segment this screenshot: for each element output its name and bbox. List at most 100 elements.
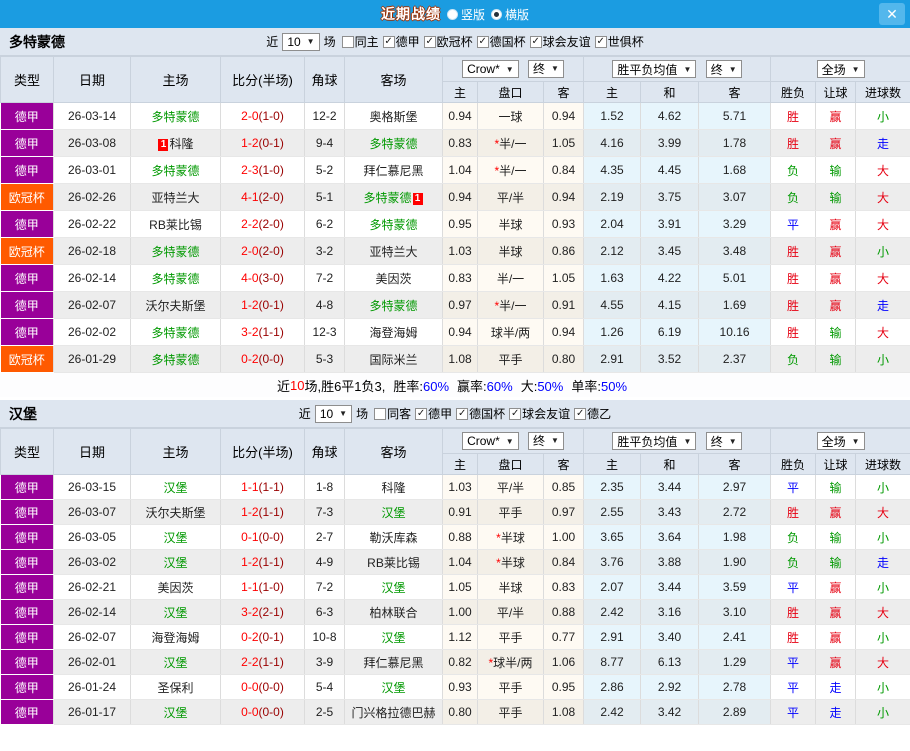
league-filter[interactable]: ✓球会友谊 (509, 405, 570, 422)
checkbox-checked-icon[interactable]: ✓ (456, 408, 468, 420)
bookmaker-select[interactable]: Crow* ▼ (462, 432, 519, 450)
table-row: 德甲 26-03-14 多特蒙德 2-0(1-0) 12-2 奥格斯堡 0.94… (1, 103, 910, 130)
away-team[interactable]: 拜仁慕尼黑 (363, 656, 423, 670)
checkbox-checked-icon[interactable]: ✓ (509, 408, 521, 420)
result-wdl-cell: 平 (771, 211, 816, 238)
odds-time-select[interactable]: 终 ▼ (528, 60, 564, 78)
away-team[interactable]: 科隆 (381, 481, 405, 495)
checkbox-unchecked-icon[interactable] (342, 36, 354, 48)
result-handicap-cell: 赢 (816, 625, 856, 650)
orientation-radio-horizontal[interactable]: 横版 (491, 6, 529, 23)
match-scope-select[interactable]: 全场 ▼ (817, 60, 865, 78)
home-team[interactable]: 汉堡 (163, 531, 187, 545)
away-team[interactable]: 汉堡 (381, 581, 405, 595)
away-team[interactable]: 拜仁慕尼黑 (363, 164, 423, 178)
away-team[interactable]: 多特蒙德 (369, 299, 417, 313)
league-filter[interactable]: ✓德国杯 (456, 405, 505, 422)
home-team[interactable]: 多特蒙德 (151, 245, 199, 259)
home-team[interactable]: 汉堡 (163, 481, 187, 495)
league-label: 欧冠杯 (437, 33, 473, 50)
away-team[interactable]: 国际米兰 (369, 353, 417, 367)
checkbox-unchecked-icon[interactable] (374, 408, 386, 420)
same-venue-filter[interactable]: 同主 (342, 33, 379, 50)
home-team[interactable]: 多特蒙德 (151, 326, 199, 340)
avg-odds-select[interactable]: 胜平负均值 ▼ (612, 432, 696, 450)
league-filter[interactable]: ✓德国杯 (477, 33, 526, 50)
home-team[interactable]: 海登海姆 (151, 631, 199, 645)
score-cell: 4-1(2-0) (221, 184, 305, 211)
home-team[interactable]: 美因茨 (157, 581, 193, 595)
home-team[interactable]: 多特蒙德 (151, 272, 199, 286)
away-team[interactable]: 门兴格拉德巴赫 (351, 706, 435, 720)
league-filter[interactable]: ✓德乙 (574, 405, 611, 422)
away-team[interactable]: 多特蒙德 (369, 137, 417, 151)
away-team[interactable]: 汉堡 (381, 506, 405, 520)
result-goals-cell: 小 (856, 475, 910, 500)
away-team[interactable]: RB莱比锡 (367, 556, 420, 570)
sub-header-handicap: 盘口 (478, 454, 544, 475)
away-team[interactable]: 美因茨 (375, 272, 411, 286)
games-count-select[interactable]: 10 ▼ (282, 33, 319, 51)
home-team[interactable]: 沃尔夫斯堡 (145, 506, 205, 520)
home-team[interactable]: 多特蒙德 (151, 353, 199, 367)
league-filter[interactable]: ✓球会友谊 (530, 33, 591, 50)
result-wdl-cell: 负 (771, 550, 816, 575)
crow-away-odds: 0.77 (544, 625, 584, 650)
avg-time-select[interactable]: 终 ▼ (706, 432, 742, 450)
odds-time-select[interactable]: 终 ▼ (528, 432, 564, 450)
games-count-select[interactable]: 10 ▼ (315, 405, 352, 423)
checkbox-checked-icon[interactable]: ✓ (477, 36, 489, 48)
avg-odds-select[interactable]: 胜平负均值 ▼ (612, 60, 696, 78)
result-handicap: 赢 (830, 506, 842, 520)
same-venue-filter[interactable]: 同客 (374, 405, 411, 422)
checkbox-checked-icon[interactable]: ✓ (530, 36, 542, 48)
away-team[interactable]: 汉堡 (381, 631, 405, 645)
home-team[interactable]: 多特蒙德 (151, 164, 199, 178)
checkbox-checked-icon[interactable]: ✓ (574, 408, 586, 420)
match-scope-select[interactable]: 全场 ▼ (817, 432, 865, 450)
away-team[interactable]: 海登海姆 (369, 326, 417, 340)
home-team[interactable]: 圣保利 (157, 681, 193, 695)
home-team[interactable]: RB莱比锡 (149, 218, 202, 232)
checkbox-checked-icon[interactable]: ✓ (415, 408, 427, 420)
crow-home-odds: 0.91 (443, 500, 478, 525)
avg-time-select[interactable]: 终 ▼ (706, 60, 742, 78)
home-team[interactable]: 汉堡 (163, 656, 187, 670)
league-filter[interactable]: ✓世俱杯 (595, 33, 644, 50)
league-type-cell: 德甲 (1, 550, 54, 575)
bookmaker-select[interactable]: Crow* ▼ (462, 60, 519, 78)
score-cell: 1-2(1-1) (221, 550, 305, 575)
handicap-label: 球半/两 (491, 326, 530, 340)
checkbox-checked-icon[interactable]: ✓ (595, 36, 607, 48)
away-team[interactable]: 汉堡 (381, 681, 405, 695)
away-team[interactable]: 奥格斯堡 (369, 110, 417, 124)
home-team[interactable]: 沃尔夫斯堡 (145, 299, 205, 313)
home-team[interactable]: 汉堡 (163, 606, 187, 620)
home-team-cell: 多特蒙德 (131, 103, 221, 130)
league-type-label: 德甲 (15, 506, 39, 520)
home-team[interactable]: 亚特兰大 (151, 191, 199, 205)
away-team[interactable]: 亚特兰大 (369, 245, 417, 259)
away-team[interactable]: 柏林联合 (369, 606, 417, 620)
home-team[interactable]: 汉堡 (163, 556, 187, 570)
home-team[interactable]: 多特蒙德 (151, 110, 199, 124)
close-button[interactable]: ✕ (879, 3, 905, 25)
home-team[interactable]: 科隆 (169, 137, 193, 151)
halftime-score: (1-1) (259, 505, 284, 519)
match-date: 26-03-07 (54, 500, 131, 525)
checkbox-checked-icon[interactable]: ✓ (383, 36, 395, 48)
away-team[interactable]: 多特蒙德 (363, 191, 411, 205)
away-team[interactable]: 勒沃库森 (369, 531, 417, 545)
away-team[interactable]: 多特蒙德 (369, 218, 417, 232)
league-filter[interactable]: ✓欧冠杯 (424, 33, 473, 50)
crow-home-odds: 0.82 (443, 650, 478, 675)
corner-count: 10-8 (305, 625, 345, 650)
radio-checked-icon[interactable] (491, 9, 502, 20)
radio-unchecked-icon[interactable] (447, 9, 458, 20)
orientation-radio-vertical[interactable]: 竖版 (447, 6, 485, 23)
checkbox-checked-icon[interactable]: ✓ (424, 36, 436, 48)
league-filter[interactable]: ✓德甲 (415, 405, 452, 422)
result-goals: 大 (877, 272, 889, 286)
home-team[interactable]: 汉堡 (163, 706, 187, 720)
league-filter[interactable]: ✓德甲 (383, 33, 420, 50)
